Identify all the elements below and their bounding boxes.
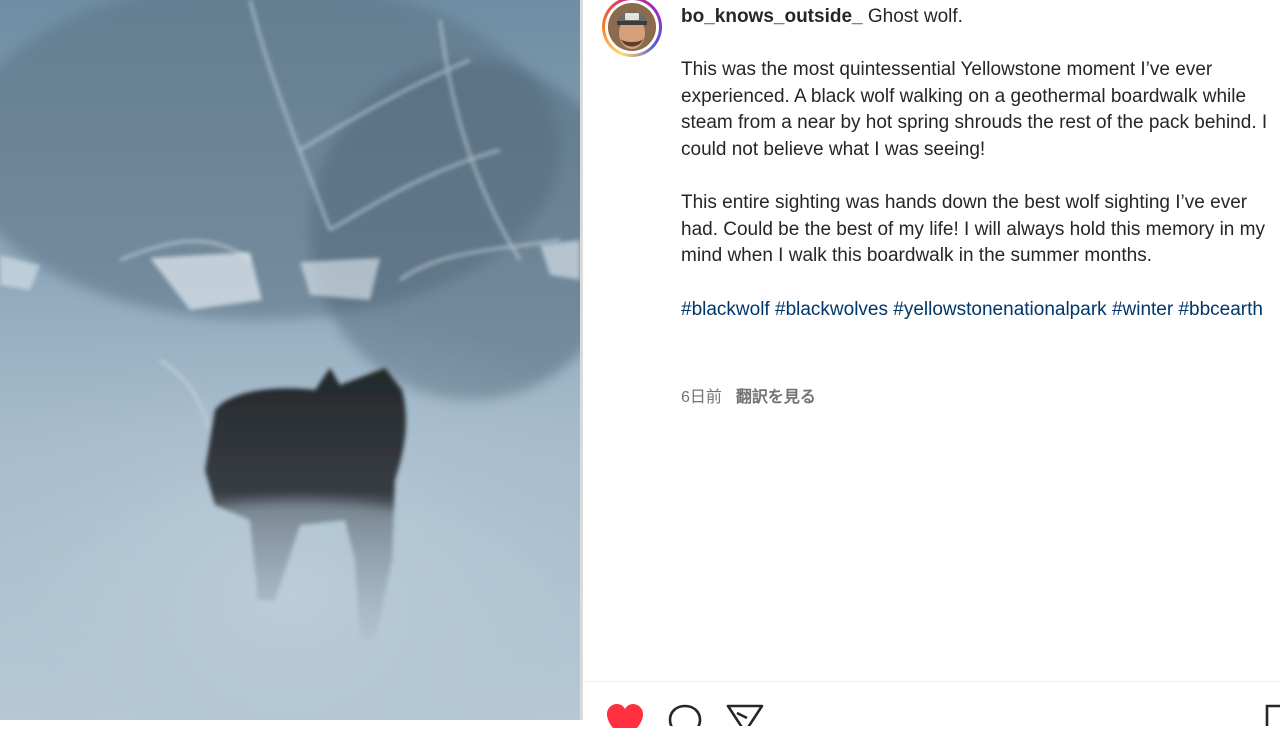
story-ring[interactable] <box>602 0 662 57</box>
post-media[interactable] <box>0 0 580 720</box>
send-icon[interactable] <box>725 702 765 733</box>
post-caption: bo_knows_outside_ Ghost wolf. This was t… <box>681 4 1273 350</box>
hashtag-link[interactable]: #blackwolf <box>681 299 770 320</box>
hashtag-link[interactable]: #winter <box>1112 299 1173 320</box>
hashtag-list: #blackwolf #blackwolves #yellowstonenati… <box>681 297 1273 324</box>
action-bar <box>583 681 1280 733</box>
hashtag-link[interactable]: #blackwolves <box>775 299 888 320</box>
bookmark-icon[interactable] <box>1265 702 1280 731</box>
caption-paragraph-2: This entire sighting was hands down the … <box>681 192 1265 267</box>
post-timestamp[interactable]: 6日前 <box>681 389 722 406</box>
post-meta: 6日前 翻訳を見る <box>681 383 816 407</box>
see-translation-button[interactable]: 翻訳を見る <box>736 389 816 406</box>
caption-title: Ghost wolf. <box>867 6 963 27</box>
username-link[interactable]: bo_knows_outside_ <box>681 6 863 27</box>
hashtag-link[interactable]: #bbcearth <box>1178 299 1263 320</box>
comment-icon[interactable] <box>667 702 703 731</box>
wolf-photo <box>0 0 580 720</box>
avatar[interactable] <box>608 3 656 51</box>
avatar-border <box>605 0 659 54</box>
caption-paragraph-1: This was the most quintessential Yellows… <box>681 59 1268 160</box>
caption-panel: bo_knows_outside_ Ghost wolf. This was t… <box>583 0 1280 733</box>
heart-icon[interactable] <box>605 702 645 733</box>
avatar-image <box>608 3 656 51</box>
hashtag-link[interactable]: #yellowstonenationalpark <box>893 299 1106 320</box>
